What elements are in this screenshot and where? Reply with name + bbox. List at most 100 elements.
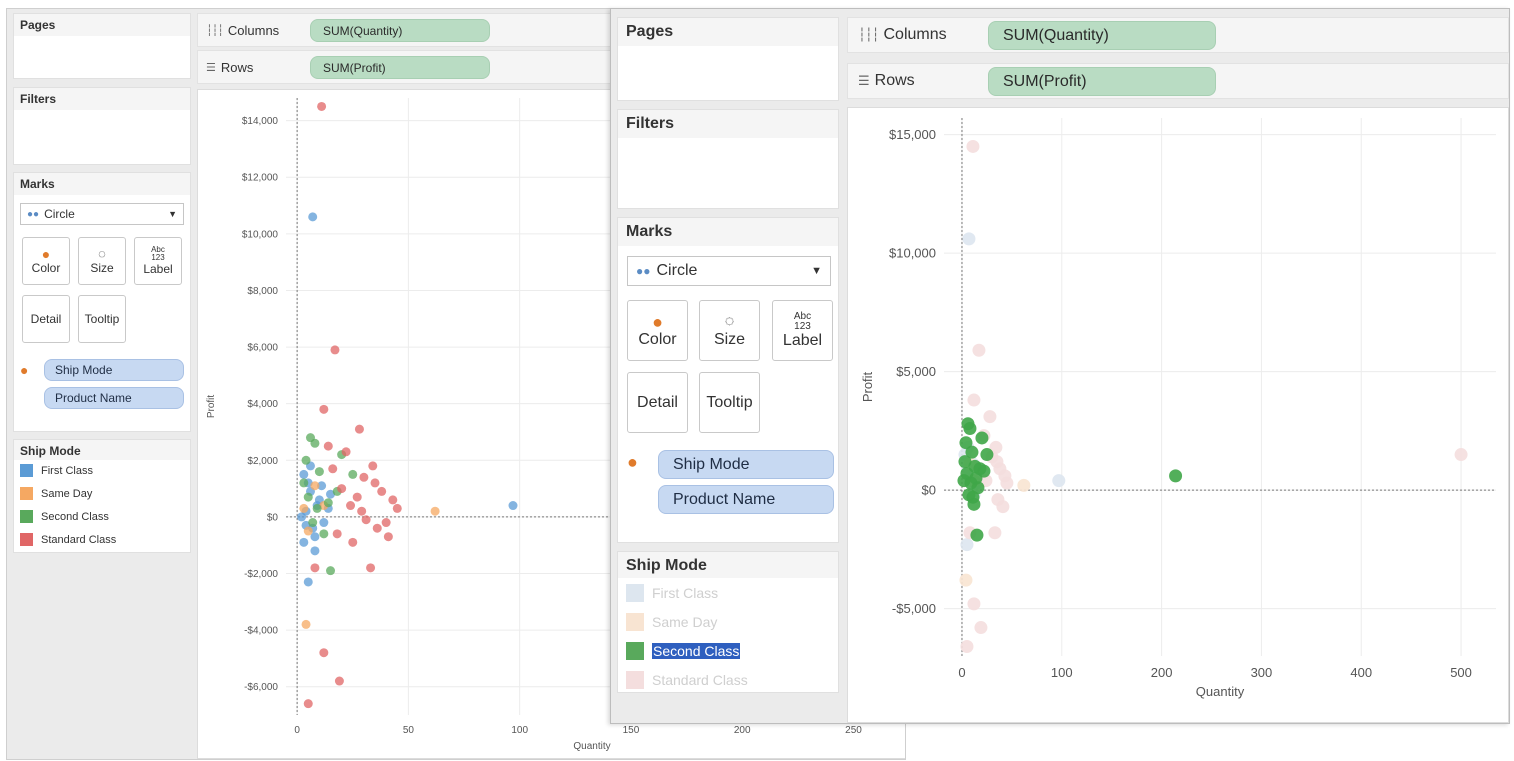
scatter-point[interactable] xyxy=(332,529,342,539)
scatter-point[interactable] xyxy=(970,528,984,542)
color-button[interactable]: ● Color xyxy=(22,237,70,285)
scatter-point[interactable] xyxy=(966,490,980,504)
scatter-point[interactable] xyxy=(974,621,988,635)
tooltip-button[interactable]: Tooltip xyxy=(699,372,760,433)
scatter-point[interactable] xyxy=(299,478,309,488)
filters-drop-area[interactable] xyxy=(618,138,838,208)
color-button[interactable]: ● Color xyxy=(627,300,688,361)
scatter-point[interactable] xyxy=(308,518,318,528)
scatter-point[interactable] xyxy=(348,537,358,547)
scatter-point[interactable] xyxy=(323,441,333,451)
scatter-point[interactable] xyxy=(319,648,329,658)
size-button[interactable]: ◌ Size xyxy=(699,300,760,361)
scatter-point[interactable] xyxy=(372,523,382,533)
scatter-point[interactable] xyxy=(967,393,981,407)
legend-item[interactable]: Second Class xyxy=(20,510,109,523)
scatter-point[interactable] xyxy=(303,492,313,502)
scatter-point[interactable] xyxy=(959,436,973,450)
pages-drop-area[interactable] xyxy=(14,36,190,78)
scatter-point[interactable] xyxy=(430,506,440,516)
scatter-point[interactable] xyxy=(377,486,387,496)
scatter-point[interactable] xyxy=(299,469,309,479)
scatter-point[interactable] xyxy=(323,498,333,508)
columns-shelf[interactable]: ┆┆┆ Columns SUM(Quantity) xyxy=(847,17,1509,53)
scatter-point[interactable] xyxy=(317,101,327,111)
scatter-point[interactable] xyxy=(330,345,340,355)
scatter-point[interactable] xyxy=(341,447,351,457)
mark-type-dropdown[interactable]: ●● Circle ▼ xyxy=(20,203,184,225)
scatter-point[interactable] xyxy=(960,640,974,654)
scatter-point[interactable] xyxy=(368,461,378,471)
scatter-point[interactable] xyxy=(983,410,997,424)
scatter-point[interactable] xyxy=(310,546,320,556)
scatter-point[interactable] xyxy=(366,563,376,573)
label-button[interactable]: Abc 123 Label xyxy=(772,300,833,361)
columns-pill-sum-quantity[interactable]: SUM(Quantity) xyxy=(988,21,1216,50)
scatter-point[interactable] xyxy=(1000,476,1014,490)
scatter-point[interactable] xyxy=(337,484,347,494)
scatter-point[interactable] xyxy=(388,495,398,505)
scatter-point[interactable] xyxy=(381,518,391,528)
size-button[interactable]: ◌ Size xyxy=(78,237,126,285)
scatter-point[interactable] xyxy=(301,455,311,465)
scatter-point[interactable] xyxy=(348,469,358,479)
detail-button[interactable]: Detail xyxy=(22,295,70,343)
mark-type-dropdown[interactable]: ●● Circle ▼ xyxy=(627,256,831,286)
scatter-point[interactable] xyxy=(972,343,986,357)
scatter-point[interactable] xyxy=(1052,474,1066,488)
scatter-point[interactable] xyxy=(960,538,974,552)
scatter-point[interactable] xyxy=(319,404,329,414)
scatter-point[interactable] xyxy=(354,424,364,434)
scatter-point[interactable] xyxy=(301,619,311,629)
mark-field-product-name[interactable]: Product Name xyxy=(44,387,184,409)
legend-item[interactable]: Standard Class xyxy=(20,533,116,546)
mark-field-product-name[interactable]: Product Name xyxy=(658,485,834,514)
scatter-point[interactable] xyxy=(319,529,329,539)
scatter-point[interactable] xyxy=(328,464,338,474)
legend-item[interactable]: Standard Class xyxy=(626,671,748,689)
scatter-point[interactable] xyxy=(310,563,320,573)
mark-field-ship-mode[interactable]: Ship Mode xyxy=(44,359,184,381)
scatter-point[interactable] xyxy=(980,448,994,462)
filters-drop-area[interactable] xyxy=(14,110,190,164)
scatter-point[interactable] xyxy=(310,481,320,491)
scatter-point[interactable] xyxy=(959,573,973,587)
legend-item[interactable]: Same Day xyxy=(20,487,92,500)
legend-item[interactable]: First Class xyxy=(626,584,718,602)
columns-pill-sum-quantity[interactable]: SUM(Quantity) xyxy=(310,19,490,42)
scatter-point[interactable] xyxy=(988,526,1002,540)
rows-pill-sum-profit[interactable]: SUM(Profit) xyxy=(310,56,490,79)
scatter-point[interactable] xyxy=(303,577,313,587)
scatter-point[interactable] xyxy=(308,212,318,222)
scatter-point[interactable] xyxy=(359,472,369,482)
scatter-point[interactable] xyxy=(303,526,313,536)
scatter-point[interactable] xyxy=(334,676,344,686)
scatter-point[interactable] xyxy=(299,537,309,547)
rows-shelf[interactable]: ☰ Rows SUM(Profit) xyxy=(847,63,1509,99)
scatter-point[interactable] xyxy=(370,478,380,488)
scatter-point[interactable] xyxy=(963,421,977,435)
mark-field-ship-mode[interactable]: Ship Mode xyxy=(658,450,834,479)
scatter-point[interactable] xyxy=(299,503,309,513)
scatter-point[interactable] xyxy=(312,503,322,513)
scatter-point[interactable] xyxy=(361,515,371,525)
scatter-point[interactable] xyxy=(346,501,356,511)
tooltip-button[interactable]: Tooltip xyxy=(78,295,126,343)
scatter-point[interactable] xyxy=(962,232,976,246)
scatter-point[interactable] xyxy=(957,474,971,488)
scatter-point[interactable] xyxy=(966,139,980,153)
scatter-point[interactable] xyxy=(314,467,324,477)
label-button[interactable]: Abc 123 Label xyxy=(134,237,182,285)
scatter-point[interactable] xyxy=(310,438,320,448)
scatter-point[interactable] xyxy=(392,503,402,513)
scatter-point[interactable] xyxy=(968,459,982,473)
scatter-point[interactable] xyxy=(1017,478,1031,492)
scatter-point[interactable] xyxy=(1454,448,1468,462)
pages-drop-area[interactable] xyxy=(618,46,838,100)
scatter-point[interactable] xyxy=(383,532,393,542)
scatter-point[interactable] xyxy=(508,501,518,511)
legend-item[interactable]: First Class xyxy=(20,464,93,477)
scatter-point[interactable] xyxy=(326,566,336,576)
scatter-point[interactable] xyxy=(319,518,329,528)
scatter-point[interactable] xyxy=(1169,469,1183,483)
